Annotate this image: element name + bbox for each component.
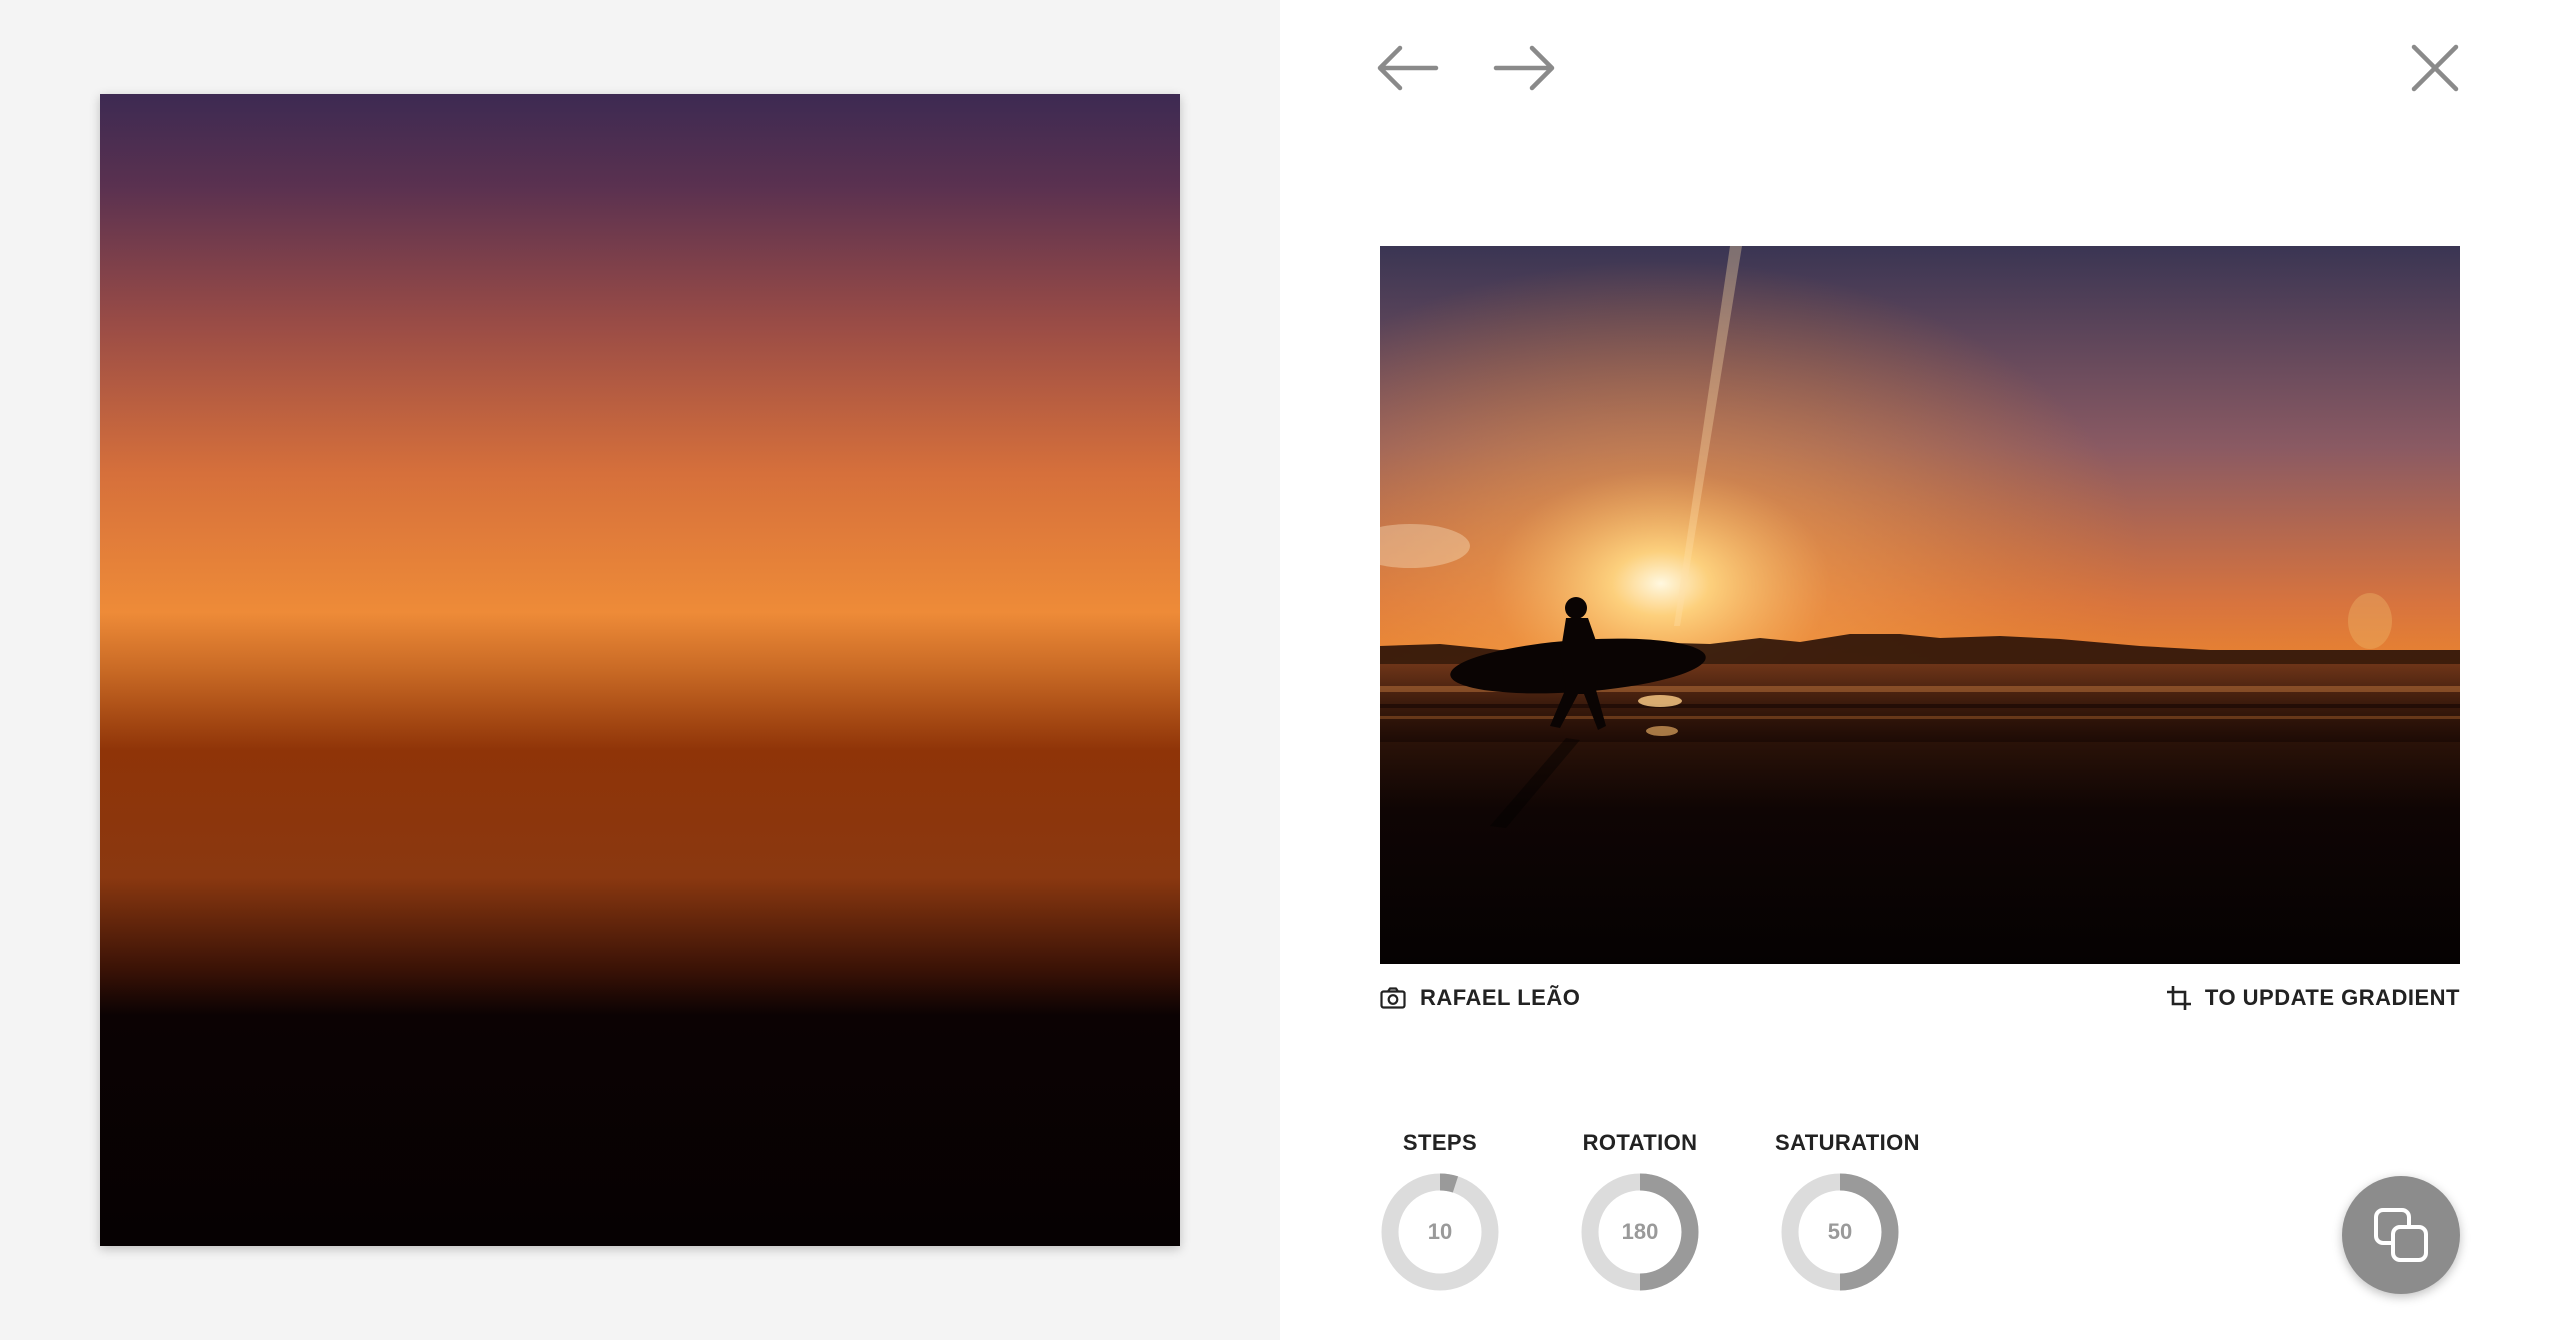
arrow-left-icon — [1377, 45, 1439, 91]
sunset-surfer-image — [1380, 246, 2460, 964]
photo-credit-link[interactable]: RAFAEL LEÃO — [1380, 985, 1580, 1011]
close-button[interactable] — [2400, 38, 2470, 98]
gradient-preview — [100, 94, 1180, 1246]
camera-icon — [1380, 987, 1406, 1009]
rotation-label: ROTATION — [1582, 1130, 1698, 1155]
photo-credit-label: RAFAEL LEÃO — [1420, 985, 1581, 1010]
gradient-panel — [0, 0, 1280, 1340]
steps-dial[interactable]: 10 — [1380, 1172, 1500, 1292]
update-gradient-button[interactable]: TO UPDATE GRADIENT — [2166, 985, 2460, 1011]
saturation-label: SATURATION — [1775, 1130, 1920, 1155]
forward-button[interactable] — [1490, 38, 1560, 98]
steps-control: STEPS 10 — [1375, 1128, 1505, 1292]
close-icon — [2411, 44, 2459, 92]
rotation-value: 180 — [1621, 1219, 1659, 1244]
rotation-control: ROTATION 180 — [1575, 1128, 1705, 1292]
photo-caption-row: RAFAEL LEÃO TO UPDATE GRADIENT — [1380, 985, 2460, 1019]
crop-icon — [2166, 986, 2191, 1010]
update-gradient-label: TO UPDATE GRADIENT — [2204, 985, 2460, 1010]
back-button[interactable] — [1372, 38, 1442, 98]
steps-value: 10 — [1427, 1219, 1453, 1244]
copy-icon — [2374, 1208, 2428, 1262]
arrow-right-icon — [1493, 45, 1555, 91]
steps-label: STEPS — [1402, 1130, 1478, 1155]
copy-css-button[interactable] — [2342, 1176, 2460, 1294]
saturation-control: SATURATION 50 — [1775, 1128, 1920, 1292]
saturation-value: 50 — [1827, 1219, 1853, 1244]
saturation-dial[interactable]: 50 — [1780, 1172, 1900, 1292]
detail-panel: RAFAEL LEÃO TO UPDATE GRADIENT STEPS 10 … — [1280, 0, 2554, 1340]
source-photo — [1380, 246, 2460, 964]
rotation-dial[interactable]: 180 — [1580, 1172, 1700, 1292]
